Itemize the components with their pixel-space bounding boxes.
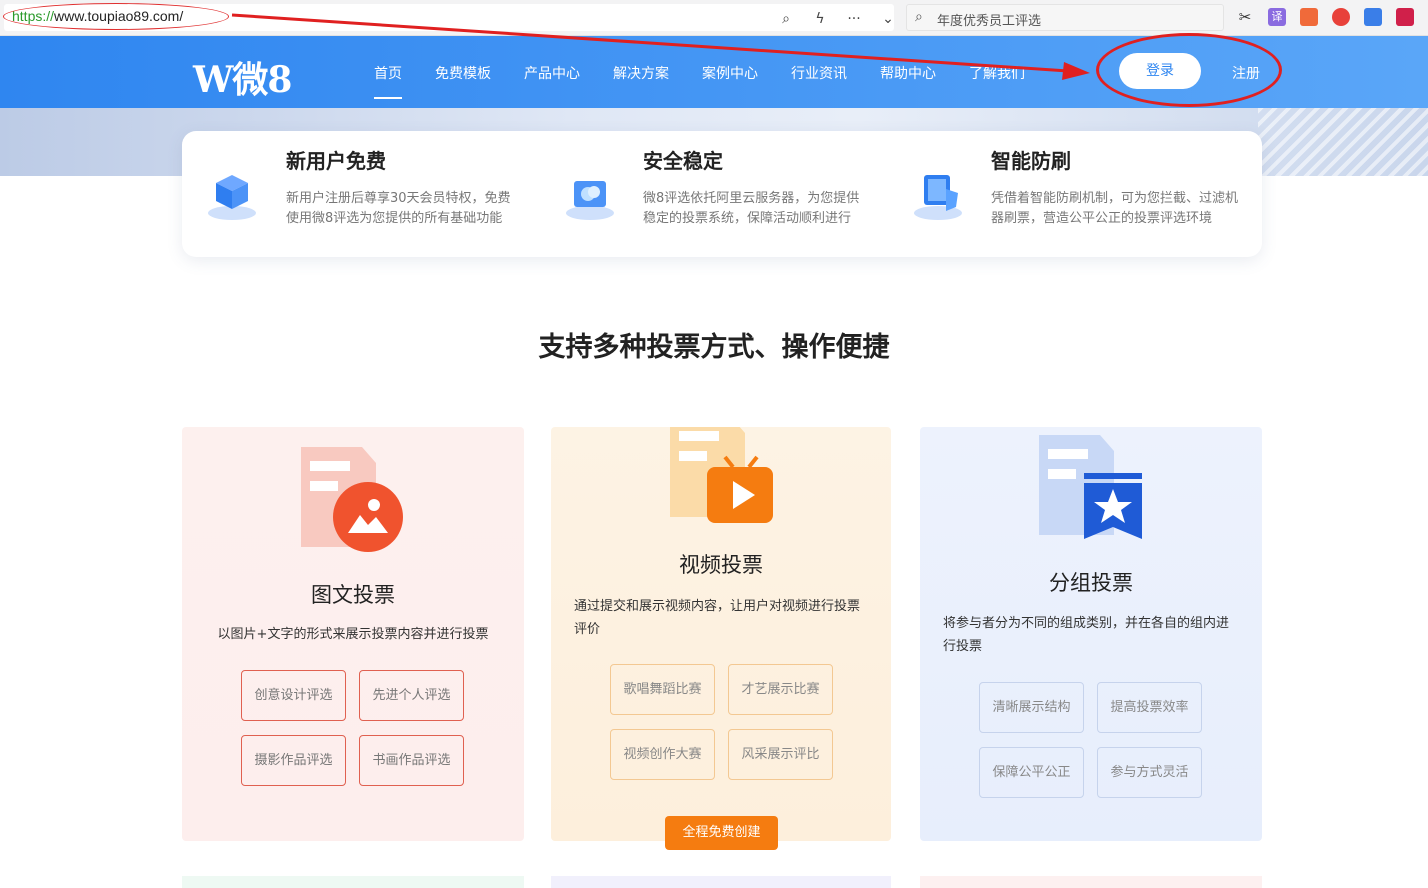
- translate-icon[interactable]: 译: [1268, 8, 1286, 26]
- cloud-icon: [566, 181, 614, 220]
- card-title: 视频投票: [679, 553, 763, 577]
- create-free-button[interactable]: 全程免费创建: [665, 816, 778, 850]
- tag-button[interactable]: 摄影作品评选: [241, 735, 346, 786]
- tag-button[interactable]: 清晰展示结构: [979, 682, 1084, 733]
- card-description: 将参与者分为不同的组成类别，并在各自的组内进行投票: [943, 616, 1230, 654]
- tag-button[interactable]: 创意设计评选: [241, 670, 346, 721]
- nav-products[interactable]: 产品中心: [524, 63, 580, 83]
- next-card-peek: [551, 876, 891, 888]
- shield-screen-icon: [914, 175, 962, 220]
- search-icon: ⌕: [915, 9, 923, 25]
- feature-title: 智能防刷: [991, 149, 1071, 173]
- next-card-peek: [182, 876, 524, 888]
- logo[interactable]: W微8: [193, 51, 292, 103]
- nav-solutions[interactable]: 解决方案: [613, 63, 669, 83]
- feature-item: 智能防刷 凭借着智能防刷机制，可为您拦截、过滤机器刷票，营造公平公正的投票评选环…: [890, 131, 1238, 257]
- vote-type-card[interactable]: 视频投票 通过提交和展示视频内容，让用户对视频进行投票评价 歌唱舞蹈比赛 才艺展…: [551, 427, 891, 841]
- nav-cases[interactable]: 案例中心: [702, 63, 758, 83]
- url-highlight-annotation: [3, 3, 229, 30]
- nav-free-templates[interactable]: 免费模板: [435, 63, 491, 83]
- weibo-icon[interactable]: [1332, 8, 1350, 26]
- lightning-icon[interactable]: ϟ: [810, 11, 830, 27]
- vote-type-card[interactable]: 图文投票 以图片+文字的形式来展示投票内容并进行投票 创意设计评选 先进个人评选…: [182, 427, 524, 841]
- feature-item: 新用户免费 新用户注册后尊享30天会员特权，免费使用微8评选为您提供的所有基础功…: [182, 131, 522, 257]
- vote-type-card[interactable]: 分组投票 将参与者分为不同的组成类别，并在各自的组内进行投票 清晰展示结构 提高…: [920, 427, 1262, 841]
- mail-icon[interactable]: [1364, 8, 1382, 26]
- feature-card: 新用户免费 新用户注册后尊享30天会员特权，免费使用微8评选为您提供的所有基础功…: [182, 131, 1262, 257]
- card-title: 分组投票: [1049, 571, 1133, 595]
- browser-toolbar: https://www.toupiao89.com/ ⌕ ϟ ··· ⌄ ⌕ 年…: [0, 0, 1428, 36]
- tag-button[interactable]: 歌唱舞蹈比赛: [610, 664, 715, 715]
- card-description: 以图片+文字的形式来展示投票内容并进行投票: [217, 627, 489, 642]
- nav-about[interactable]: 了解我们: [969, 63, 1025, 83]
- next-card-peek: [920, 876, 1262, 888]
- more-icon[interactable]: ···: [844, 11, 864, 27]
- chevron-down-icon[interactable]: ⌄: [878, 11, 898, 27]
- tag-button[interactable]: 提高投票效率: [1097, 682, 1202, 733]
- nav-home[interactable]: 首页: [374, 63, 402, 99]
- nav-help[interactable]: 帮助中心: [880, 63, 936, 83]
- feature-title: 安全稳定: [643, 149, 723, 173]
- extension-icon[interactable]: [1396, 8, 1414, 26]
- scissors-icon[interactable]: ✂: [1236, 8, 1254, 26]
- feature-description: 凭借着智能防刷机制，可为您拦截、过滤机器刷票，营造公平公正的投票评选环境: [991, 191, 1239, 226]
- image-document-icon: [301, 447, 403, 552]
- login-highlight-annotation: [1096, 33, 1282, 107]
- main-nav: 首页 免费模板 产品中心 解决方案 案例中心 行业资讯 帮助中心 了解我们: [374, 63, 1058, 99]
- tag-button[interactable]: 参与方式灵活: [1097, 747, 1202, 798]
- section-title: 支持多种投票方式、操作便捷: [538, 332, 890, 363]
- cubes-icon: [208, 175, 256, 220]
- browser-search-input[interactable]: ⌕ 年度优秀员工评选: [906, 4, 1224, 31]
- feature-description: 新用户注册后尊享30天会员特权，免费使用微8评选为您提供的所有基础功能: [286, 191, 511, 226]
- tag-button[interactable]: 才艺展示比赛: [728, 664, 833, 715]
- tag-button[interactable]: 保障公平公正: [979, 747, 1084, 798]
- tag-button[interactable]: 先进个人评选: [359, 670, 464, 721]
- tag-button[interactable]: 风采展示评比: [728, 729, 833, 780]
- card-title: 图文投票: [311, 583, 395, 607]
- video-document-icon: [670, 427, 773, 523]
- search-text: 年度优秀员工评选: [937, 14, 1042, 29]
- feature-description: 微8评选依托阿里云服务器，为您提供稳定的投票系统，保障活动顺利进行: [643, 191, 860, 226]
- nav-news[interactable]: 行业资讯: [791, 63, 847, 83]
- feature-item: 安全稳定 微8评选依托阿里云服务器，为您提供稳定的投票系统，保障活动顺利进行: [542, 131, 882, 257]
- search-icon[interactable]: ⌕: [776, 11, 796, 27]
- tag-button[interactable]: 书画作品评选: [359, 735, 464, 786]
- feature-title: 新用户免费: [286, 149, 386, 173]
- card-description: 通过提交和展示视频内容，让用户对视频进行投票评价: [574, 599, 861, 637]
- game-icon[interactable]: [1300, 8, 1318, 26]
- tag-button[interactable]: 视频创作大赛: [610, 729, 715, 780]
- star-badge-document-icon: [1039, 435, 1142, 539]
